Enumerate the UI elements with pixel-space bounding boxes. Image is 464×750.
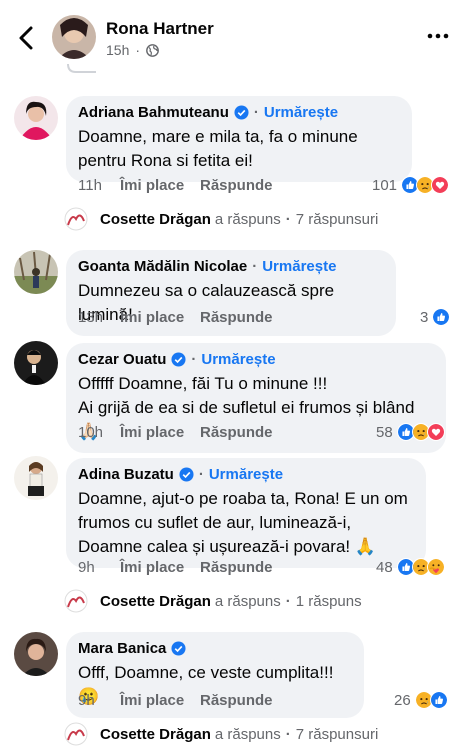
reaction-summary[interactable]: 58 xyxy=(376,422,445,442)
comment-text: Doamne, ajut-o pe roaba ta, Rona! E un o… xyxy=(78,489,408,556)
comment-time[interactable]: 13h xyxy=(78,309,120,326)
reply-avatar xyxy=(64,207,88,231)
reaction-count: 101 xyxy=(372,176,398,194)
comment-actions: 9h Îmi place Răspunde xyxy=(78,557,273,577)
post-time[interactable]: 15h xyxy=(106,42,129,58)
reply-avatar xyxy=(64,589,88,613)
comment-actions: 10h Îmi place Răspunde xyxy=(78,422,273,442)
reply-button[interactable]: Răspunde xyxy=(200,692,273,709)
verified-badge-icon xyxy=(171,352,186,367)
comment-actions: 11h Îmi place Răspunde xyxy=(78,175,273,195)
thread-connector xyxy=(67,64,96,73)
more-options-icon[interactable] xyxy=(426,30,450,42)
reply-button[interactable]: Răspunde xyxy=(200,309,273,326)
reply-action: a răspuns xyxy=(214,725,281,743)
reply-count: 7 răspunsuri xyxy=(295,725,379,743)
reaction-count: 58 xyxy=(376,423,393,441)
like-reaction-icon xyxy=(432,308,451,326)
love-reaction-icon xyxy=(431,176,450,194)
reply-count: 1 răspuns xyxy=(295,592,362,610)
reply-button[interactable]: Răspunde xyxy=(200,424,273,441)
commenter-avatar[interactable] xyxy=(14,632,58,676)
comment-time[interactable]: 9h xyxy=(78,692,120,709)
globe-icon xyxy=(146,43,159,57)
author-name[interactable]: Rona Hartner xyxy=(106,19,214,39)
reply-author-name: Cosette Drăgan xyxy=(100,210,211,228)
post-header: Rona Hartner 15h · xyxy=(0,0,464,73)
reply-author-name: Cosette Drăgan xyxy=(100,592,211,610)
comment-actions: 9h Îmi place Răspunde xyxy=(78,690,273,710)
commenter-name[interactable]: Adriana Bahmuteanu xyxy=(78,104,229,121)
follow-button[interactable]: Urmărește xyxy=(262,258,336,275)
follow-button[interactable]: Urmărește xyxy=(201,351,275,368)
comment-actions: 13h Îmi place Răspunde xyxy=(78,307,273,327)
commenter-name[interactable]: Mara Banica xyxy=(78,640,166,657)
comment-bubble: Adriana Bahmuteanu · Urmărește Doamne, m… xyxy=(66,96,412,182)
reaction-count: 3 xyxy=(420,308,429,326)
reply-button[interactable]: Răspunde xyxy=(200,177,273,194)
verified-badge-icon xyxy=(179,467,194,482)
reply-count: 7 răspunsuri xyxy=(295,210,379,228)
commenter-name[interactable]: Adina Buzatu xyxy=(78,466,174,483)
reply-avatar xyxy=(64,722,88,746)
like-button[interactable]: Îmi place xyxy=(120,692,200,709)
comment-bubble: Adina Buzatu · Urmărește Doamne, ajut-o … xyxy=(66,458,426,568)
reply-author-name: Cosette Drăgan xyxy=(100,725,211,743)
replies-link[interactable]: Cosette Drăgan a răspuns · 7 răspunsuri xyxy=(64,207,378,231)
follow-button[interactable]: Urmărește xyxy=(264,104,338,121)
follow-button[interactable]: Urmărește xyxy=(209,466,283,483)
comment-time[interactable]: 9h xyxy=(78,559,120,576)
like-button[interactable]: Îmi place xyxy=(120,424,200,441)
reaction-count: 48 xyxy=(376,558,393,576)
reply-button[interactable]: Răspunde xyxy=(200,559,273,576)
like-button[interactable]: Îmi place xyxy=(120,559,200,576)
reaction-summary[interactable]: 101 xyxy=(372,175,450,195)
like-button[interactable]: Îmi place xyxy=(120,177,200,194)
commenter-name[interactable]: Goanta Mădălin Nicolae xyxy=(78,258,247,275)
replies-link[interactable]: Cosette Drăgan a răspuns · 7 răspunsuri xyxy=(64,722,378,746)
verified-badge-icon xyxy=(171,641,186,656)
reaction-count: 26 xyxy=(394,691,411,709)
commenter-name[interactable]: Cezar Ouatu xyxy=(78,351,166,368)
comment-time[interactable]: 11h xyxy=(78,177,120,194)
replies-link[interactable]: Cosette Drăgan a răspuns · 1 răspuns xyxy=(64,589,362,613)
reply-action: a răspuns xyxy=(214,592,281,610)
commenter-avatar[interactable] xyxy=(14,456,58,500)
reaction-summary[interactable]: 26 xyxy=(394,690,448,710)
back-arrow-icon[interactable] xyxy=(14,24,38,52)
care-reaction-icon xyxy=(426,558,445,576)
love-reaction-icon xyxy=(426,423,445,441)
reaction-summary[interactable]: 3 xyxy=(420,307,451,327)
commenter-avatar[interactable] xyxy=(14,250,58,294)
post-meta: 15h · xyxy=(106,42,159,58)
reply-action: a răspuns xyxy=(214,210,281,228)
comment-text: Doamne, mare e mila ta, fa o minune pent… xyxy=(78,127,358,170)
like-button[interactable]: Îmi place xyxy=(120,309,200,326)
commenter-avatar[interactable] xyxy=(14,341,58,385)
reaction-summary[interactable]: 48 xyxy=(376,557,445,577)
like-reaction-icon xyxy=(429,691,448,709)
commenter-avatar[interactable] xyxy=(14,96,58,140)
author-avatar[interactable] xyxy=(52,15,96,59)
verified-badge-icon xyxy=(234,105,249,120)
comment-time[interactable]: 10h xyxy=(78,424,120,441)
